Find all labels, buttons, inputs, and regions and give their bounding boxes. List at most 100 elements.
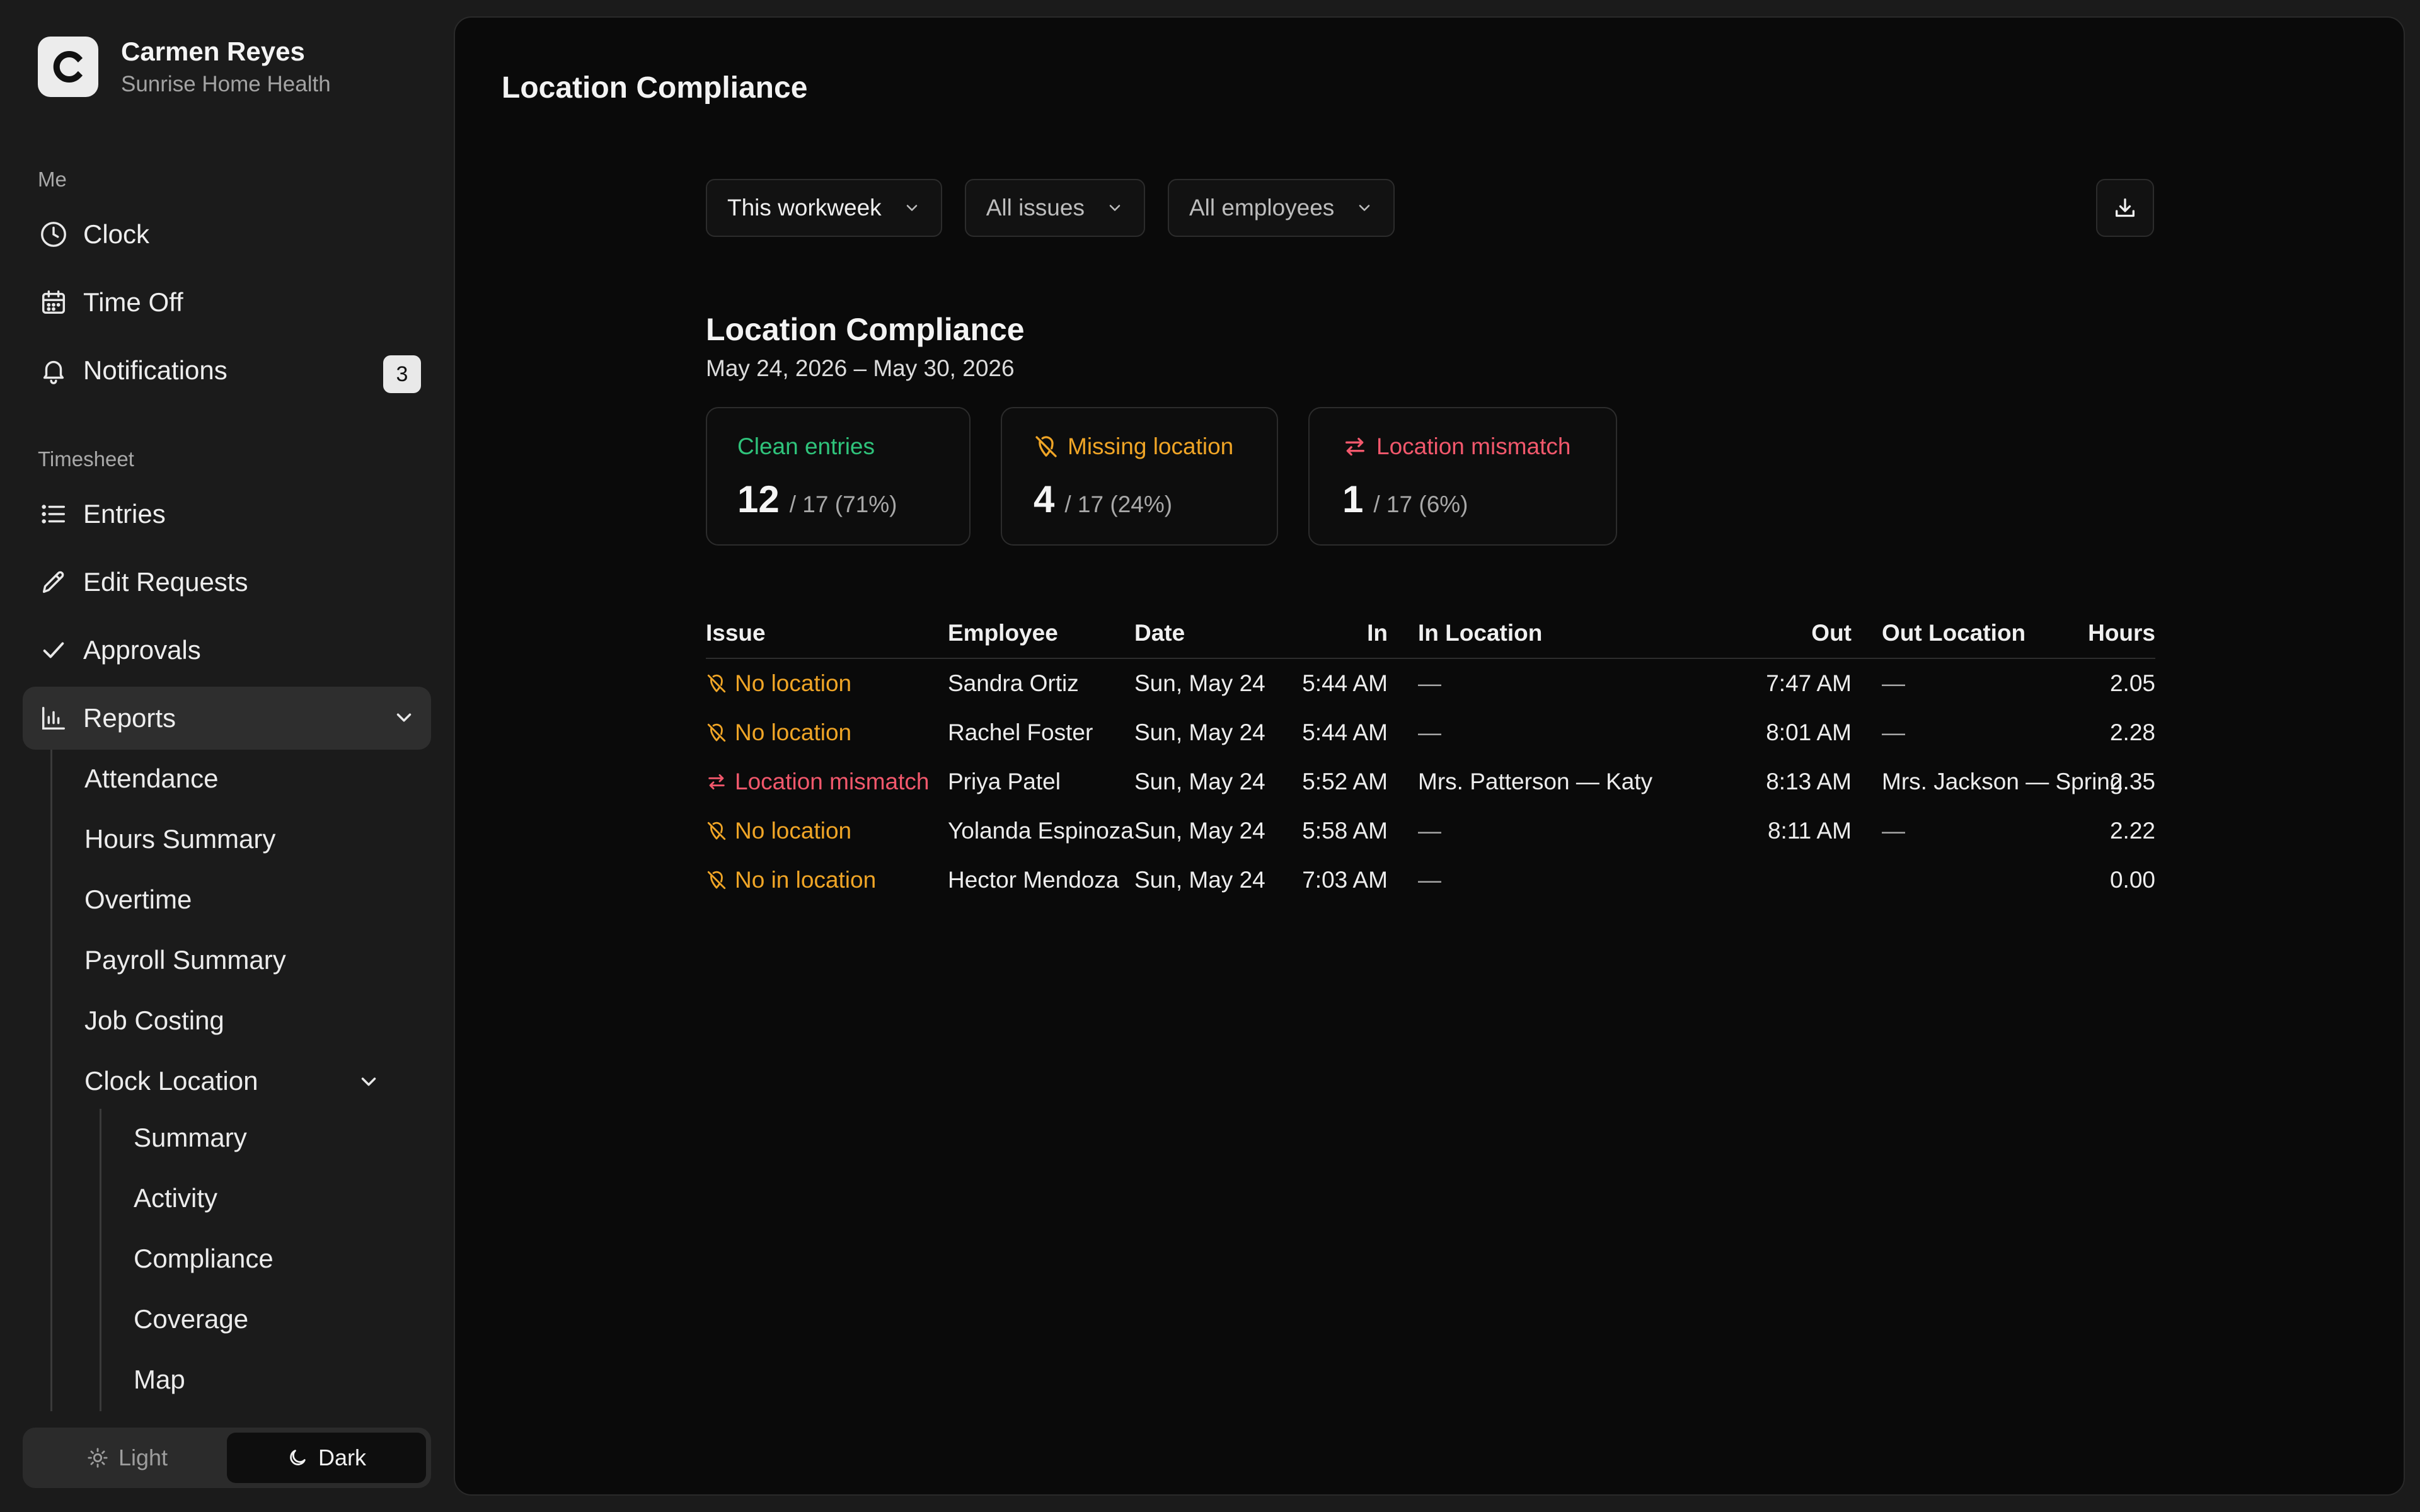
nav-reports-label: Reports [83,703,176,733]
subnav-clock-location-label: Clock Location [84,1066,258,1096]
bell-icon [38,355,69,386]
row-employee: Priya Patel [948,769,1061,794]
row-in-location: — [1418,670,1441,696]
stat-mismatch-label: Location mismatch [1376,433,1571,459]
col-in[interactable]: In [1260,616,1388,658]
swap-arrows-icon [1342,434,1368,459]
pencil-icon [38,566,69,598]
org-logo [38,37,98,97]
subnav-cl-coverage[interactable]: Coverage [134,1294,248,1344]
stat-clean-label: Clean entries [737,433,875,459]
employees-filter[interactable]: All employees [1167,179,1395,237]
row-out: 8:11 AM [1767,818,1852,844]
report-title: Location Compliance [706,312,1025,347]
stat-card-clean[interactable]: Clean entries 12 / 17 (71%) [706,407,971,546]
nav-clock[interactable]: Clock [23,203,431,266]
row-issue: Location mismatch [706,757,929,806]
nav-approvals[interactable]: Approvals [23,619,431,682]
col-out-location[interactable]: Out Location [1806,616,2025,658]
stat-card-mismatch[interactable]: Location mismatch 1 / 17 (6%) [1308,407,1617,546]
nav-notifications[interactable]: Notifications 3 [23,339,431,402]
location-off-icon [1034,434,1059,459]
user-name: Carmen Reyes [121,37,305,66]
main-panel: Location Compliance This workweek All is… [454,16,2405,1496]
clock-location-subnav-line [100,1109,101,1411]
row-out [1689,856,1852,905]
row-issue-label: No location [735,818,852,844]
row-employee: Yolanda Espinoza [948,818,1134,844]
subnav-cl-map[interactable]: Map [134,1354,185,1405]
location-off-icon [706,869,727,891]
table-row[interactable]: No location Yolanda Espinoza Sun, May 24 5:… [706,806,2155,856]
subnav-clock-location[interactable]: Clock Location [84,1056,381,1106]
clock-icon [38,219,69,250]
nav-time-off-label: Time Off [83,287,183,317]
moon-icon [287,1447,308,1469]
subnav-overtime[interactable]: Overtime [84,874,192,925]
period-filter-value: This workweek [727,195,882,220]
row-in: 7:03 AM [1302,867,1388,893]
subnav-job-costing[interactable]: Job Costing [84,995,224,1046]
issues-filter[interactable]: All issues [964,179,1145,237]
stat-card-missing[interactable]: Missing location 4 / 17 (24%) [1001,407,1278,546]
row-in-location: — [1418,818,1441,844]
table-row[interactable]: No location Rachel Foster Sun, May 24 5:44 … [706,708,2155,757]
subnav-payroll-summary[interactable]: Payroll Summary [84,935,286,985]
col-employee[interactable]: Employee [948,616,1058,658]
row-date: Sun, May 24 [1134,769,1265,794]
nav-clock-label: Clock [83,219,150,249]
report-date-range: May 24, 2026 – May 30, 2026 [706,355,1015,381]
reports-subnav-line [50,750,52,1411]
subnav-cl-compliance[interactable]: Compliance [134,1234,274,1284]
row-date: Sun, May 24 [1134,670,1265,696]
row-out-location: — [1882,719,1905,745]
chevron-down-icon [903,199,921,217]
nav-edit-requests-label: Edit Requests [83,567,248,597]
subnav-cl-summary[interactable]: Summary [134,1113,247,1163]
subnav-hours-summary[interactable]: Hours Summary [84,814,275,864]
theme-toggle: Light Dark [23,1428,431,1488]
sidebar: Carmen Reyes Sunrise Home Health Me Cloc… [0,0,454,1512]
nav-edit-requests[interactable]: Edit Requests [23,551,431,614]
col-in-location[interactable]: In Location [1418,616,1542,658]
row-hours: 2.35 [2109,769,2155,794]
col-issue[interactable]: Issue [706,616,766,658]
table-row[interactable]: No location Sandra Ortiz Sun, May 24 5:44 A… [706,659,2155,708]
subnav-attendance[interactable]: Attendance [84,753,219,804]
nav-reports[interactable]: Reports [23,687,431,750]
col-hours[interactable]: Hours [2029,616,2155,658]
table-row[interactable]: No in location Hector Mendoza Sun, May 24 7… [706,856,2155,905]
swap-arrows-icon [706,771,727,793]
filter-bar: This workweek All issues All employees [706,179,1417,237]
theme-light-button[interactable]: Light [28,1433,227,1483]
page-title: Location Compliance [502,71,808,105]
nav-entries[interactable]: Entries [23,483,431,546]
chevron-down-icon[interactable] [392,706,416,736]
org-switcher[interactable]: Carmen Reyes Sunrise Home Health [38,34,331,100]
row-in-location: — [1418,719,1441,745]
subnav-cl-activity[interactable]: Activity [134,1173,217,1223]
download-button[interactable] [2096,179,2154,237]
row-out: 8:13 AM [1766,769,1852,794]
app-root: Carmen Reyes Sunrise Home Health Me Cloc… [0,0,2420,1512]
table-row[interactable]: Location mismatch Priya Patel Sun, May 24 5… [706,757,2155,806]
calendar-icon [38,287,69,318]
row-issue-label: Location mismatch [735,769,930,794]
table-header: Issue Employee Date In In Location Out O… [706,616,2155,659]
row-in-location: — [1418,867,1441,893]
row-in: 5:44 AM [1302,719,1388,745]
nav-time-off[interactable]: Time Off [23,271,431,334]
chevron-down-icon[interactable] [357,1070,381,1100]
download-icon [2112,195,2138,220]
theme-light-label: Light [118,1445,168,1470]
location-off-icon [706,820,727,842]
row-in: 5:44 AM [1302,670,1388,696]
row-in-location: Mrs. Patterson — Katy [1418,769,1653,794]
period-filter[interactable]: This workweek [706,179,942,237]
col-date[interactable]: Date [1134,616,1185,658]
chevron-down-icon [1356,199,1373,217]
stat-missing-label: Missing location [1068,433,1234,459]
employees-filter-value: All employees [1189,195,1335,220]
row-issue-label: No in location [735,867,877,893]
theme-dark-button[interactable]: Dark [227,1433,426,1483]
